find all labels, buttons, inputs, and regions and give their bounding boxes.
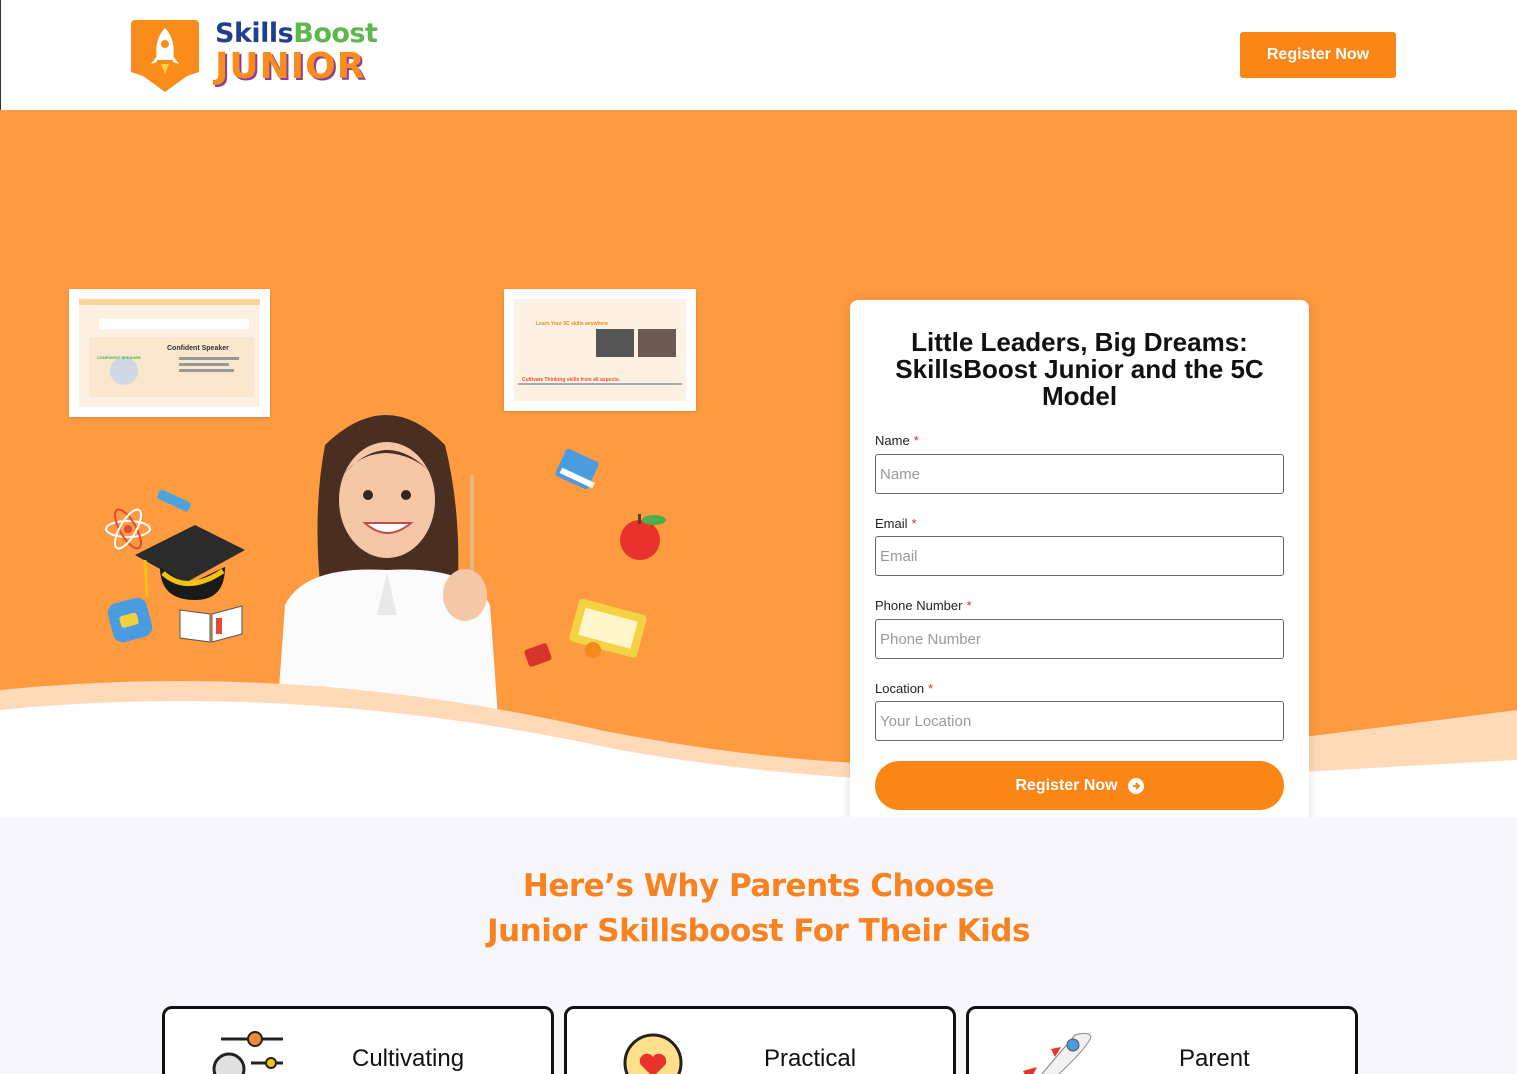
closed-book-icon [555,448,599,490]
phone-input[interactable] [875,619,1284,659]
thumbnail-heading: Learn Your 5C skills anywhere [536,321,609,327]
feature-card-cultivating[interactable]: Cultivating [162,1006,554,1074]
arrow-circle-right-icon [1127,777,1144,794]
thumbnail-content: Confident Speaker CONFIDENT SPEAKER [79,299,260,407]
course-slide-graphic [79,299,260,397]
feature-card-label: Practical [764,1045,857,1072]
apple-icon [620,514,666,560]
learning-slide-graphic [514,309,686,385]
backpack-icon [107,597,153,643]
phone-label: Phone Number * [875,598,972,613]
skillsboost-junior-logo[interactable]: SkillsBoost JUNIOR [129,16,378,94]
course-preview-thumbnail[interactable]: Confident Speaker CONFIDENT SPEAKER [69,289,270,417]
registration-form-card: Little Leaders, Big Dreams: SkillsBoost … [850,300,1309,817]
heart-bulb-icon [623,1033,683,1074]
feature-card-label: Parent [1179,1045,1250,1072]
rocket-badge-icon [131,20,199,92]
form-title: Little Leaders, Big Dreams: SkillsBoost … [895,327,1264,411]
certificate-icon [569,598,647,658]
learning-preview-thumbnail[interactable]: Learn Your 5C skills anywhere Cultivate … [504,289,696,411]
location-label: Location * [875,681,934,696]
name-input[interactable] [875,454,1284,494]
submit-label: Register Now [1015,776,1118,794]
thumbnail-subtitle: CONFIDENT SPEAKER [97,355,141,360]
feature-card-parent[interactable]: Parent [966,1006,1358,1074]
rocket-icon [1023,1032,1092,1074]
thumbnail-title: Confident Speaker [167,345,229,352]
section-heading: Here’s Why Parents Choose Junior Skillsb… [487,868,1030,949]
form-register-button[interactable]: Register Now [875,761,1284,810]
site-header: SkillsBoost JUNIOR Register Now [0,0,1517,110]
open-book-icon [179,605,243,643]
feature-card-label: Cultivating [352,1045,465,1072]
why-parents-section: Here’s Why Parents Choose Junior Skillsb… [0,817,1517,1074]
skills-nodes-icon [212,1031,283,1074]
name-label: Name * [875,433,919,448]
thumbnail-footer: Cultivate Thinking skills from all aspec… [522,377,621,383]
sharpener-icon [524,643,552,667]
header-register-button[interactable]: Register Now [1240,32,1396,78]
logo-wordmark-bottom: JUNIOR [215,46,366,87]
thumbnail-content: Learn Your 5C skills anywhere Cultivate … [514,299,686,401]
hero-section: Confident Speaker CONFIDENT SPEAKER Lear… [0,110,1517,817]
feature-card-practical[interactable]: Practical [564,1006,956,1074]
email-label: Email * [875,516,917,531]
logo-wordmark-top: SkillsBoost [215,18,378,49]
email-input[interactable] [875,536,1284,576]
location-input[interactable] [875,701,1284,741]
